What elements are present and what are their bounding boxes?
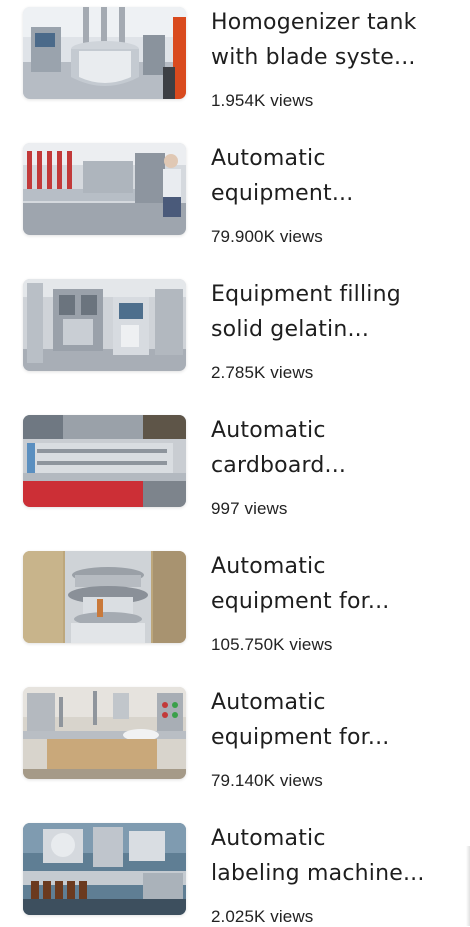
video-title[interactable]: Automatic cardboard... bbox=[211, 413, 461, 483]
view-count: 2.025K views bbox=[211, 907, 314, 926]
video-title-line: Automatic bbox=[211, 826, 326, 851]
video-title-line: equipment for... bbox=[211, 725, 390, 750]
view-count: 997 views bbox=[211, 499, 288, 518]
video-item[interactable]: Automatic equipment for... 105.750K views bbox=[0, 544, 470, 654]
video-thumbnail[interactable] bbox=[23, 7, 186, 99]
video-title-line: equipment for... bbox=[211, 589, 390, 614]
video-thumbnail[interactable] bbox=[23, 143, 186, 235]
video-item[interactable]: Homogenizer tank with blade syste... 1.95… bbox=[0, 0, 470, 110]
view-count: 2.785K views bbox=[211, 363, 314, 382]
scroll-shadow bbox=[466, 846, 470, 926]
video-title-line: Automatic bbox=[211, 690, 326, 715]
view-count: 105.750K views bbox=[211, 635, 333, 654]
labeling-machine-photo bbox=[23, 823, 186, 915]
video-thumbnail[interactable] bbox=[23, 415, 186, 507]
video-title-line: Homogenizer tank bbox=[211, 10, 417, 35]
video-item[interactable]: Automatic equipment for... 79.140K views bbox=[0, 680, 470, 790]
video-title[interactable]: Equipment filling solid gelatin... bbox=[211, 277, 461, 347]
video-title[interactable]: Automatic labeling machine... bbox=[211, 821, 461, 891]
video-title[interactable]: Automatic equipment for... bbox=[211, 549, 461, 619]
cartoner-photo bbox=[23, 415, 186, 507]
view-count: 79.900K views bbox=[211, 227, 323, 246]
automatic-line-photo bbox=[23, 143, 186, 235]
video-title-line: Equipment filling bbox=[211, 282, 401, 307]
tablet-press-photo bbox=[23, 551, 186, 643]
video-item[interactable]: Automatic labeling machine... 2.025K view… bbox=[0, 816, 470, 926]
video-thumbnail[interactable] bbox=[23, 687, 186, 779]
video-title-line: solid gelatin... bbox=[211, 317, 370, 342]
video-thumbnail[interactable] bbox=[23, 279, 186, 371]
video-title-line: with blade syste... bbox=[211, 45, 416, 70]
video-item[interactable]: Equipment filling solid gelatin... 2.785K… bbox=[0, 272, 470, 382]
video-title-line: labeling machine... bbox=[211, 861, 425, 886]
video-title-line: Automatic bbox=[211, 554, 326, 579]
video-title[interactable]: Homogenizer tank with blade syste... bbox=[211, 5, 461, 75]
video-thumbnail[interactable] bbox=[23, 551, 186, 643]
homogenizer-tank-photo bbox=[23, 7, 186, 99]
view-count: 1.954K views bbox=[211, 91, 314, 110]
video-title-line: equipment... bbox=[211, 181, 354, 206]
capsule-filler-photo bbox=[23, 279, 186, 371]
video-item[interactable]: Automatic cardboard... 997 views bbox=[0, 408, 470, 518]
video-item[interactable]: Automatic equipment... 79.900K views bbox=[0, 136, 470, 246]
bottle-line-photo bbox=[23, 687, 186, 779]
video-title[interactable]: Automatic equipment for... bbox=[211, 685, 461, 755]
video-title-line: Automatic bbox=[211, 418, 326, 443]
view-count: 79.140K views bbox=[211, 771, 323, 790]
video-thumbnail[interactable] bbox=[23, 823, 186, 915]
video-title-line: cardboard... bbox=[211, 453, 347, 478]
video-title-line: Automatic bbox=[211, 146, 326, 171]
video-title[interactable]: Automatic equipment... bbox=[211, 141, 461, 211]
